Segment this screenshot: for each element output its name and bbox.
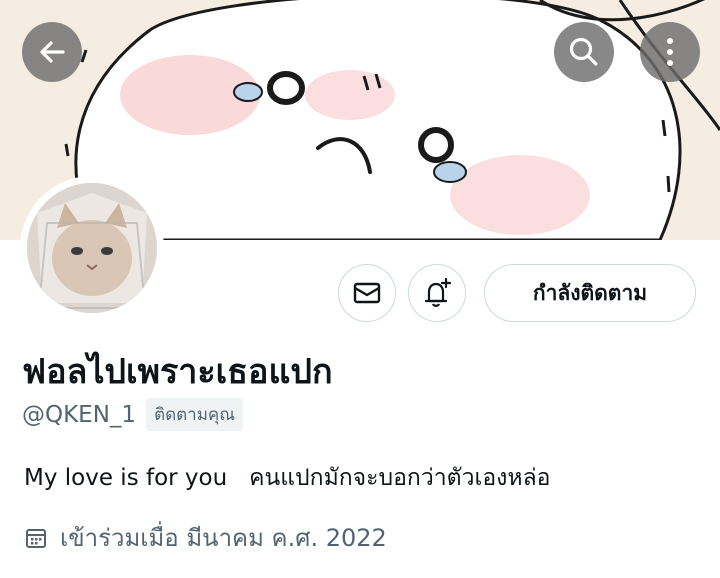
handle-row: @QKEN_1 ติดตามคุณ: [22, 398, 244, 431]
search-icon: [569, 37, 598, 66]
profile-bio: My love is for you คนแปกมักจะบอกว่าตัวเอ…: [24, 465, 551, 491]
joined-date: เข้าร่วมเมื่อ มีนาคม ค.ศ. 2022: [60, 524, 387, 552]
more-options-button[interactable]: [640, 22, 700, 82]
calendar-icon: [26, 528, 46, 548]
envelope-icon: [353, 282, 381, 304]
back-arrow-icon: [40, 41, 65, 63]
message-button[interactable]: [338, 264, 396, 322]
search-button[interactable]: [554, 22, 614, 82]
bell-plus-icon: [424, 277, 452, 307]
profile-avatar[interactable]: [20, 176, 164, 320]
follows-you-badge: ติดตามคุณ: [146, 398, 244, 431]
display-name: ฟอลไปเพราะเธอแปก: [22, 352, 333, 392]
notifications-button[interactable]: [408, 264, 466, 322]
joined-date-row: เข้าร่วมเมื่อ มีนาคม ค.ศ. 2022: [24, 518, 387, 557]
back-button[interactable]: [22, 22, 82, 82]
user-handle: @QKEN_1: [22, 401, 137, 428]
more-vertical-icon: [667, 38, 673, 66]
following-button[interactable]: กำลังติดตาม: [484, 264, 696, 322]
avatar-image: [27, 183, 157, 313]
